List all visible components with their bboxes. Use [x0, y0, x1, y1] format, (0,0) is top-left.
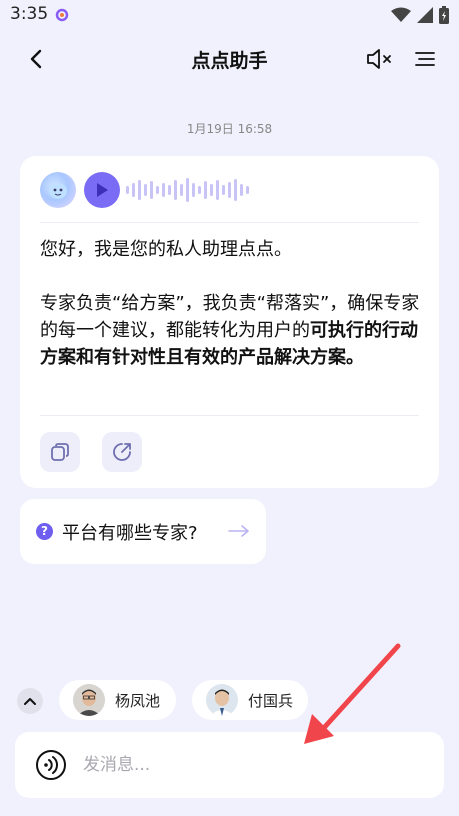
robot-icon — [49, 183, 67, 199]
expert-chip[interactable]: 付国兵 — [192, 680, 308, 720]
signal-icon — [417, 7, 433, 23]
annotation-arrow — [304, 643, 401, 744]
share-button[interactable] — [102, 432, 142, 472]
arrow-right-icon — [228, 525, 249, 537]
question-icon: ? — [36, 523, 53, 540]
card-divider — [40, 415, 419, 416]
copy-button[interactable] — [40, 432, 80, 472]
expert-avatar — [206, 684, 238, 716]
share-icon — [113, 443, 131, 461]
menu-icon[interactable] — [413, 46, 437, 72]
expert-chip[interactable]: 杨凤池 — [59, 680, 176, 720]
message-input[interactable] — [83, 752, 413, 778]
expert-name: 杨凤池 — [115, 691, 161, 710]
expert-avatar — [73, 684, 105, 716]
wifi-icon — [391, 7, 411, 22]
battery-icon — [439, 6, 449, 24]
expert-name: 付国兵 — [248, 691, 294, 710]
greeting-text: 您好，我是您的私人助理点点。 — [40, 239, 292, 260]
copy-icon — [51, 443, 69, 461]
assistant-message-card: 您好，我是您的私人助理点点。 专家负责“给方案”，我负责“帮落实”，确保专家的每… — [20, 156, 439, 488]
mute-icon[interactable] — [365, 46, 393, 72]
assistant-avatar — [40, 172, 76, 208]
play-icon — [97, 183, 108, 197]
assistant-message-text: 您好，我是您的私人助理点点。 专家负责“给方案”，我负责“帮落实”，确保专家的每… — [40, 236, 420, 371]
message-timestamp: 1月19日 16:58 — [186, 122, 273, 136]
suggested-question-text: 平台有哪些专家? — [62, 523, 198, 544]
card-divider — [40, 222, 419, 223]
voice-waveform — [126, 178, 249, 202]
status-time: 3:35 — [10, 4, 49, 24]
voice-input-icon[interactable] — [35, 749, 67, 781]
intro-text: 专家负责“给方案”，我负责“帮落实”，确保专家的每一个建议，都能转化为用户的可执… — [40, 290, 420, 371]
app-notification-icon — [55, 8, 69, 22]
voice-play-button[interactable] — [84, 172, 120, 208]
expand-experts-button[interactable] — [17, 688, 43, 714]
chevron-up-icon — [24, 698, 36, 705]
suggested-question-chip[interactable]: ? 平台有哪些专家? — [20, 499, 266, 564]
